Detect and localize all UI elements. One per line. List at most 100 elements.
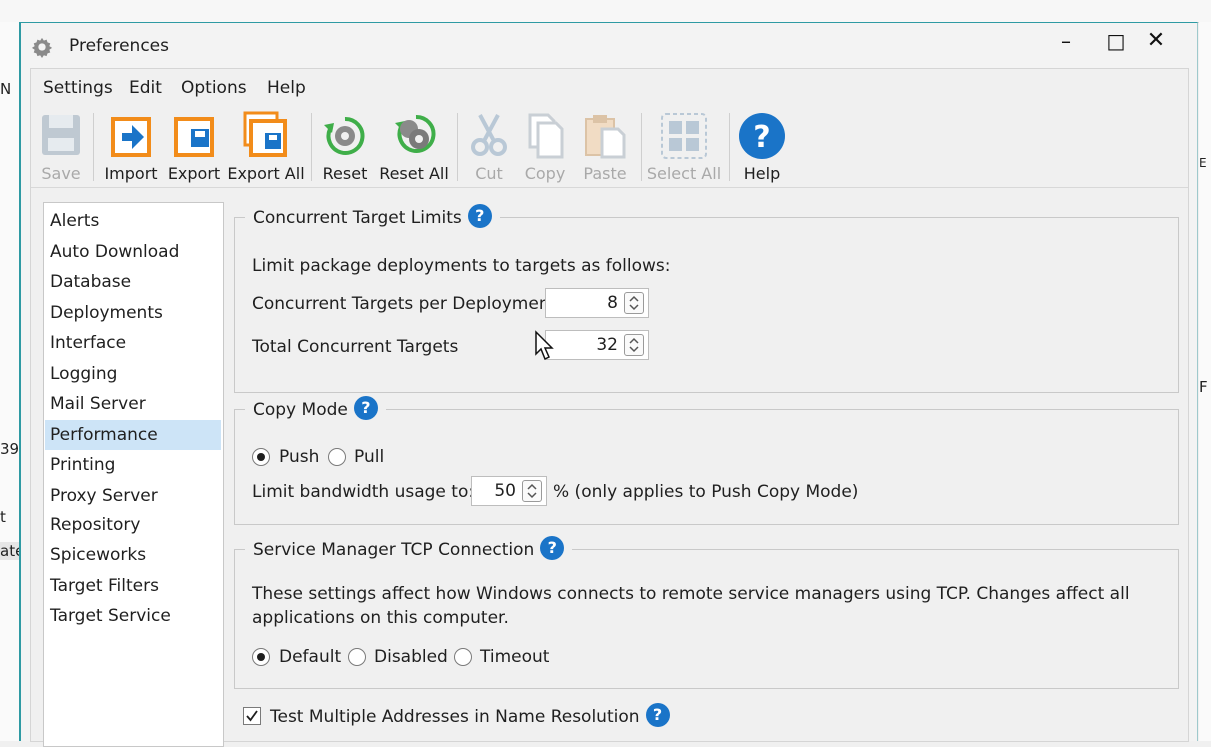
toolbar-separator — [311, 113, 312, 181]
menu-edit[interactable]: Edit — [129, 78, 162, 98]
nav-item-auto-download[interactable]: Auto Download — [45, 237, 221, 267]
nav-item-target-service[interactable]: Target Service — [45, 601, 221, 631]
menu-help[interactable]: Help — [267, 78, 306, 98]
concurrent-description: Limit package deployments to targets as … — [252, 256, 671, 276]
nav-item-database[interactable]: Database — [45, 267, 221, 297]
help-circle-icon[interactable]: ? — [467, 204, 492, 228]
window-title: Preferences — [69, 36, 169, 56]
nav-item-printing[interactable]: Printing — [45, 450, 221, 480]
group-title: Copy Mode? — [245, 396, 386, 424]
help-label: Help — [743, 164, 781, 183]
copy-label: Copy — [524, 164, 566, 183]
per-deployment-stepper[interactable]: 8 — [545, 288, 649, 318]
copy-mode-title: Copy Mode — [253, 400, 348, 420]
save-button[interactable]: Save — [33, 111, 89, 183]
updown-arrows-icon[interactable] — [624, 292, 644, 314]
close-button[interactable]: ✕ — [1133, 25, 1179, 57]
nav-item-spiceworks[interactable]: Spiceworks — [45, 540, 221, 570]
default-label: Default — [279, 647, 342, 667]
group-title: Concurrent Target Limits? — [245, 204, 500, 232]
dialog-content: Settings Edit Options Help Save Import E… — [30, 68, 1189, 747]
bandwidth-value: 50 — [494, 481, 516, 501]
per-deployment-label: Concurrent Targets per Deployment — [252, 294, 557, 314]
menu-settings[interactable]: Settings — [43, 78, 113, 98]
import-button[interactable]: Import — [99, 111, 163, 183]
push-radio[interactable] — [252, 448, 270, 466]
export-label: Export — [167, 164, 221, 183]
title-bar[interactable]: Preferences – □ ✕ — [21, 23, 1197, 68]
nav-item-performance[interactable]: Performance — [45, 420, 221, 450]
save-icon — [42, 115, 80, 155]
help-circle-icon[interactable]: ? — [645, 703, 670, 727]
background-text-fragment: F — [1199, 378, 1208, 396]
gear-icon — [31, 37, 53, 58]
concurrent-limits-title: Concurrent Target Limits — [253, 208, 462, 228]
nav-item-deployments[interactable]: Deployments — [45, 298, 221, 328]
background-text-fragment: N — [0, 80, 12, 98]
checkmark-icon — [246, 710, 258, 722]
export-all-button[interactable]: Export All — [225, 111, 307, 183]
timeout-radio[interactable] — [454, 648, 472, 666]
copy-button[interactable]: Copy — [517, 111, 573, 183]
cut-button[interactable]: Cut — [463, 111, 515, 183]
reset-button[interactable]: Reset — [319, 111, 371, 183]
toolbar-separator — [641, 113, 642, 181]
save-label: Save — [41, 164, 81, 183]
background-text-fragment: t — [0, 508, 6, 526]
paste-label: Paste — [583, 164, 627, 183]
name-resolution-checkbox[interactable] — [243, 707, 261, 725]
nav-item-logging[interactable]: Logging — [45, 359, 221, 389]
service-manager-title: Service Manager TCP Connection — [253, 540, 535, 560]
select-all-button[interactable]: Select All — [645, 111, 723, 183]
bandwidth-stepper[interactable]: 50 — [471, 476, 547, 506]
export-button[interactable]: Export — [163, 111, 225, 183]
scissors-icon — [471, 114, 507, 156]
reset-all-button[interactable]: Reset All — [375, 111, 453, 183]
nav-item-target-filters[interactable]: Target Filters — [45, 571, 221, 601]
name-resolution-label: Test Multiple Addresses in Name Resoluti… — [270, 703, 670, 729]
updown-arrows-icon[interactable] — [624, 334, 644, 356]
nav-item-repository[interactable]: Repository — [45, 510, 221, 540]
preferences-dialog: Preferences – □ ✕ Settings Edit Options … — [19, 22, 1198, 747]
reset-icon — [324, 116, 365, 155]
per-deployment-value: 8 — [607, 293, 618, 313]
disabled-radio[interactable] — [348, 648, 366, 666]
help-icon: ? — [739, 113, 785, 159]
nav-item-interface[interactable]: Interface — [45, 328, 221, 358]
help-circle-icon[interactable]: ? — [540, 536, 565, 560]
background-app-right: E F — [1199, 22, 1211, 741]
cut-label: Cut — [475, 164, 503, 183]
reset-all-icon — [395, 114, 436, 153]
nav-item-mail-server[interactable]: Mail Server — [45, 389, 221, 419]
minimize-button[interactable]: – — [1043, 25, 1089, 57]
pull-label: Pull — [354, 447, 385, 467]
toolbar-separator — [93, 113, 94, 181]
total-concurrent-stepper[interactable]: 32 — [545, 330, 649, 360]
toolbar-separator — [457, 113, 458, 181]
default-radio[interactable] — [252, 648, 270, 666]
import-icon — [111, 117, 151, 157]
toolbar-separator — [729, 113, 730, 181]
select-all-label: Select All — [646, 164, 722, 183]
paste-button[interactable]: Paste — [575, 111, 635, 183]
nav-item-proxy-server[interactable]: Proxy Server — [45, 481, 221, 511]
reset-all-label: Reset All — [379, 164, 449, 183]
disabled-label: Disabled — [374, 647, 448, 667]
updown-arrows-icon[interactable] — [522, 480, 542, 502]
settings-category-list: Alerts Auto Download Database Deployment… — [43, 202, 224, 747]
background-text-fragment: 39 — [0, 440, 20, 458]
copy-icon — [528, 113, 564, 159]
svg-text:?: ? — [753, 120, 770, 155]
help-circle-icon[interactable]: ? — [353, 396, 378, 420]
total-concurrent-value: 32 — [596, 335, 618, 355]
menu-options[interactable]: Options — [181, 78, 247, 98]
nav-item-alerts[interactable]: Alerts — [45, 206, 221, 236]
help-button[interactable]: ? Help — [735, 111, 789, 183]
export-all-label: Export All — [227, 164, 305, 183]
background-app-header — [0, 0, 1211, 23]
total-concurrent-label: Total Concurrent Targets — [252, 337, 459, 357]
pull-radio[interactable] — [328, 448, 346, 466]
toolbar: Save Import Export Export All Reset Rese… — [31, 107, 1188, 188]
select-all-icon — [661, 113, 707, 159]
paste-icon — [585, 115, 626, 159]
